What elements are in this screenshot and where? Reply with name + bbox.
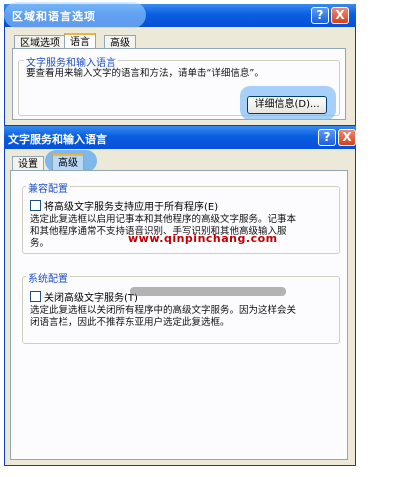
close-icon: X [342, 130, 352, 144]
compat-config-title: 兼容配置 [26, 180, 70, 195]
help-icon: ? [316, 8, 324, 22]
text-services-dialog-title: 文字服务和输入语言 [8, 133, 107, 146]
apply-advanced-services-checkbox-row[interactable]: 将高级文字服务支持应用于所有程序(E) [30, 198, 218, 213]
apply-advanced-services-checkbox[interactable] [30, 200, 41, 211]
tab-advanced[interactable]: 高级 [52, 154, 84, 171]
system-description-line2: 闭语言栏，因此不推荐东亚用户选定此复选框。 [30, 317, 230, 328]
disable-advanced-services-label: 关闭高级文字服务(T) [44, 293, 138, 304]
disable-advanced-services-checkbox-row[interactable]: 关闭高级文字服务(T) [30, 289, 138, 304]
text-services-group-title: 文字服务和输入语言 [24, 54, 118, 69]
close-button[interactable]: X [331, 7, 349, 24]
compat-description-line3: 务。 [30, 238, 50, 249]
apply-advanced-services-label: 将高级文字服务支持应用于所有程序(E) [44, 202, 219, 213]
cursor-drag-smudge [130, 287, 286, 296]
help-button[interactable]: ? [311, 7, 329, 24]
tab-label: 语言 [70, 37, 90, 48]
compat-description-line1: 选定此复选框以启用记事本和其他程序的高级文字服务。记事本 [30, 214, 297, 225]
details-button[interactable]: 详细信息(D)... [247, 96, 327, 114]
text-services-description: 要查看用来输入文字的语言和方法，请单击“详细信息”。 [26, 68, 264, 79]
tab-label: 高级 [58, 158, 78, 169]
close-icon: X [335, 8, 345, 22]
system-config-title: 系统配置 [26, 270, 70, 285]
disable-advanced-services-checkbox[interactable] [30, 291, 41, 302]
watermark-text: www.qinpinchang.com [128, 232, 278, 245]
help-icon: ? [323, 130, 331, 144]
help-button[interactable]: ? [318, 129, 336, 146]
regional-dialog-title: 区域和语言选项 [12, 10, 96, 23]
close-button[interactable]: X [338, 129, 356, 146]
tab-settings[interactable]: 设置 [12, 156, 44, 171]
tab-label: 设置 [18, 159, 38, 170]
system-description-line1: 选定此复选框以关闭所有程序中的高级文字服务。因为这样会关 [30, 305, 297, 316]
